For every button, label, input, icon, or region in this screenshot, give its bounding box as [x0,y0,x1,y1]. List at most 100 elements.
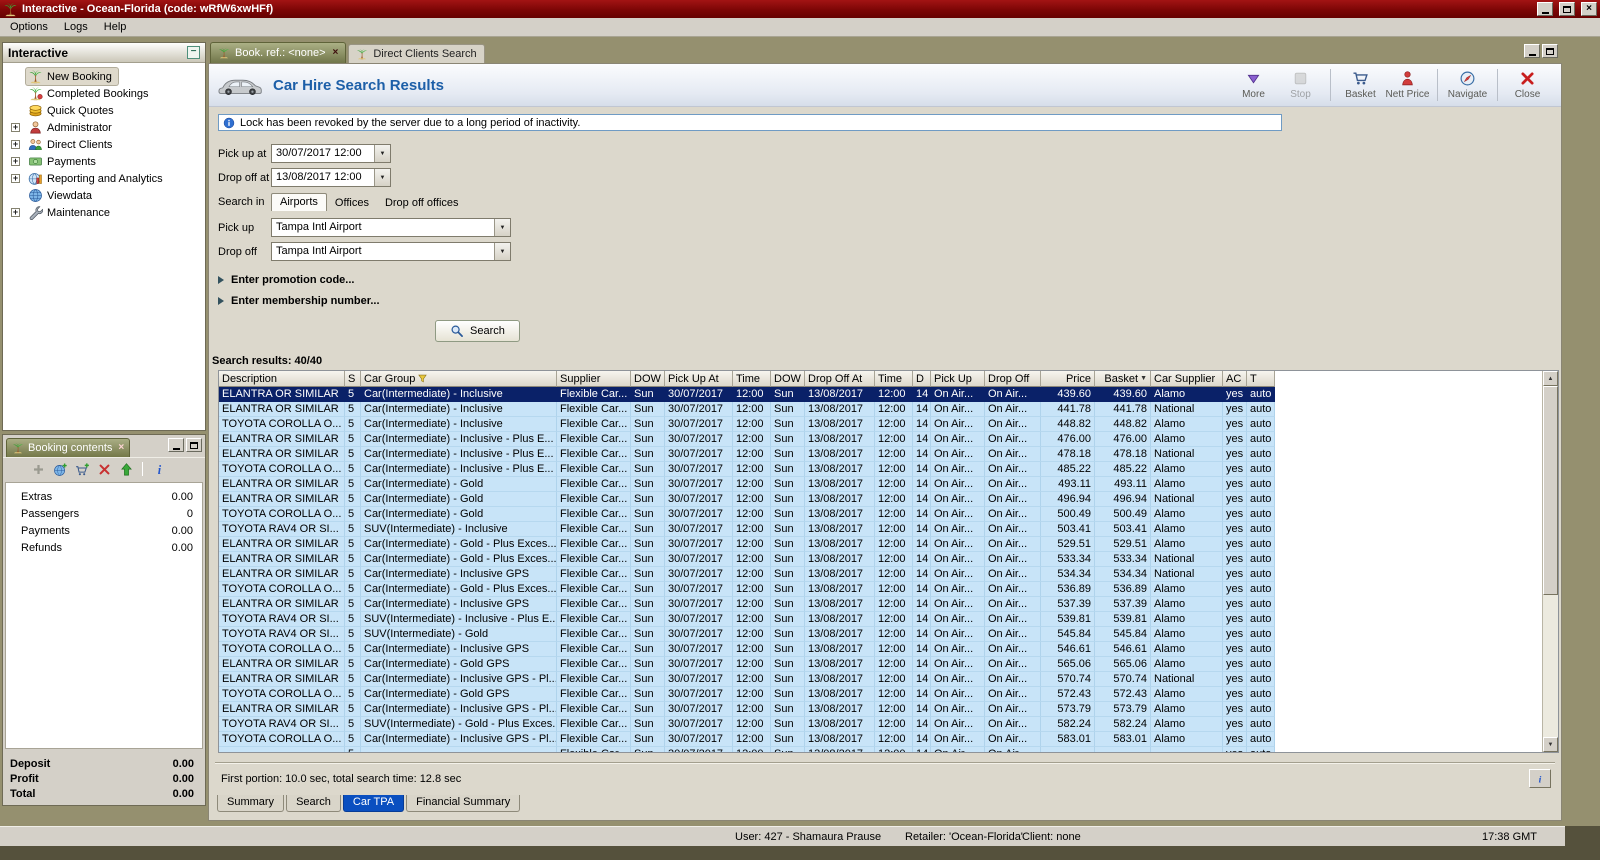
tab-close-icon[interactable]: × [333,48,339,58]
search-button[interactable]: Search [435,320,520,342]
column-header-drop-off-at[interactable]: Drop Off At [805,371,875,387]
dropdown-arrow-icon[interactable]: ▼ [494,243,510,260]
result-row[interactable]: ELANTRA OR SIMILAR 5 Car(Intermediate) - I… [219,702,1275,717]
pick-up-location-select[interactable]: Tampa Intl Airport ▼ [271,218,511,237]
vertical-scrollbar[interactable]: ▲ ▼ [1542,371,1558,752]
result-row[interactable]: TOYOTA COROLLA O... 5 Car(Intermediate) - … [219,507,1275,522]
column-header-pick-up[interactable]: Pick Up [931,371,985,387]
result-row[interactable]: TOYOTA RAV4 OR SI... 5 SUV(Intermediate) -… [219,717,1275,732]
bottom-tab-financial-summary[interactable]: Financial Summary [406,795,521,812]
search-in-tab-airports[interactable]: Airports [271,193,327,211]
result-row[interactable]: ELANTRA OR SIMILAR 5 Car(Intermediate) - I… [219,402,1275,417]
pick-up-at-select[interactable]: 30/07/2017 12:00 ▼ [271,144,391,163]
sidebar-item-reporting-and-analytics[interactable]: + Reporting and Analytics [3,170,205,187]
result-row[interactable]: ELANTRA OR SIMILAR 5 Car(Intermediate) - I… [219,567,1275,582]
expand-plus-icon[interactable]: + [11,208,20,217]
column-header-price[interactable]: Price [1041,371,1095,387]
result-row[interactable]: ELANTRA OR SIMILAR 5 Car(Intermediate) - I… [219,447,1275,462]
promotion-code-expander[interactable]: Enter promotion code... [218,269,1561,290]
drop-off-at-select[interactable]: 13/08/2017 12:00 ▼ [271,168,391,187]
tab-book-ref-none[interactable]: Book. ref.: <none> × [210,42,347,63]
result-row[interactable]: ELANTRA OR SIMILAR 5 Car(Intermediate) - I… [219,672,1275,687]
menu-item-help[interactable]: Help [96,19,135,35]
sidebar-item-new-booking[interactable]: New Booking [3,68,205,85]
booking-panel-minimize-button[interactable] [168,438,184,452]
scroll-up-icon[interactable]: ▲ [1543,371,1558,386]
column-header-dow[interactable]: DOW [771,371,805,387]
scrollbar-thumb[interactable] [1543,386,1558,595]
result-row[interactable]: TOYOTA COROLLA O... 5 Car(Intermediate) - … [219,687,1275,702]
booking-panel-restore-button[interactable] [186,438,202,452]
column-header-basket[interactable]: Basket ▼ [1095,371,1151,387]
booking-item-extras[interactable]: Extras 0.00 [6,488,202,505]
booking-item-passengers[interactable]: Passengers 0 [6,505,202,522]
column-header-t[interactable]: T [1247,371,1275,387]
result-row[interactable]: ELANTRA OR SIMILAR 5 Car(Intermediate) - I… [219,432,1275,447]
add-button[interactable] [29,460,47,478]
sidebar-item-direct-clients[interactable]: + Direct Clients [3,136,205,153]
booking-tab-close-icon[interactable]: × [118,443,124,453]
menu-item-options[interactable]: Options [2,19,56,35]
sidebar-item-payments[interactable]: + Payments [3,153,205,170]
booking-item-refunds[interactable]: Refunds 0.00 [6,539,202,556]
dropdown-arrow-icon[interactable]: ▼ [374,145,390,162]
nett-price-button[interactable]: Nett Price [1384,66,1431,104]
sidebar-item-completed-bookings[interactable]: Completed Bookings [3,85,205,102]
result-row[interactable]: TOYOTA COROLLA O... 5 Car(Intermediate) - … [219,732,1275,747]
bottom-tab-search[interactable]: Search [286,795,341,812]
result-row[interactable]: ELANTRA OR SIMILAR 5 Car(Intermediate) - G… [219,657,1275,672]
result-row[interactable]: ELANTRA OR SIMILAR 5 Car(Intermediate) - I… [219,597,1275,612]
panel-collapse-button[interactable]: − [187,46,200,59]
menu-item-logs[interactable]: Logs [56,19,96,35]
sidebar-item-viewdata[interactable]: Viewdata [3,187,205,204]
sidebar-item-maintenance[interactable]: + Maintenance [3,204,205,221]
result-row[interactable]: ELANTRA OR SIMILAR 5 Car(Intermediate) - G… [219,537,1275,552]
navigate-button[interactable]: Navigate [1444,66,1491,104]
column-header-description[interactable]: Description [219,371,345,387]
column-header-car-supplier[interactable]: Car Supplier [1151,371,1223,387]
search-in-tab-offices[interactable]: Offices [327,195,377,211]
booking-item-payments[interactable]: Payments 0.00 [6,522,202,539]
result-row[interactable]: ELANTRA OR SIMILAR 5 Car(Intermediate) - G… [219,552,1275,567]
expand-plus-icon[interactable]: + [11,174,20,183]
info-button[interactable]: i [1529,769,1551,788]
column-header-s[interactable]: S [345,371,361,387]
column-header-ac[interactable]: AC [1223,371,1247,387]
column-header-pick-up-at[interactable]: Pick Up At [665,371,733,387]
document-minimize-button[interactable] [1524,44,1540,58]
close-button[interactable]: Close [1504,66,1551,104]
bottom-tab-car-tpa[interactable]: Car TPA [342,795,405,812]
sidebar-item-administrator[interactable]: + Administrator [3,119,205,136]
window-minimize-button[interactable] [1537,2,1553,16]
expand-plus-icon[interactable]: + [11,157,20,166]
column-header-supplier[interactable]: Supplier [557,371,631,387]
window-close-button[interactable]: × [1581,2,1597,16]
expand-plus-icon[interactable]: + [11,123,20,132]
export-up-button[interactable] [117,460,135,478]
column-header-time[interactable]: Time [875,371,913,387]
dropdown-arrow-icon[interactable]: ▼ [494,219,510,236]
result-row[interactable]: TOYOTA RAV4 OR SI... 5 SUV(Intermediate) -… [219,522,1275,537]
dropdown-arrow-icon[interactable]: ▼ [374,169,390,186]
result-row[interactable]: TOYOTA COROLLA O... 5 Car(Intermediate) - … [219,417,1275,432]
tab-direct-clients-search[interactable]: Direct Clients Search [348,44,485,63]
result-row[interactable]: ELANTRA OR SIMILAR 5 Car(Intermediate) - G… [219,492,1275,507]
document-restore-button[interactable] [1542,44,1558,58]
more-button[interactable]: More [1230,66,1277,104]
result-row[interactable]: TOYOTA RAV4 OR SI... 5 SUV(Intermediate) -… [219,612,1275,627]
column-header-d[interactable]: D [913,371,931,387]
window-maximize-button[interactable] [1559,2,1575,16]
result-row[interactable]: TOYOTA RAV4 OR SI... 5 SUV(Intermediate) -… [219,627,1275,642]
result-row[interactable]: ELANTRA OR SIMILAR 5 Car(Intermediate) - G… [219,477,1275,492]
drop-off-location-select[interactable]: Tampa Intl Airport ▼ [271,242,511,261]
booking-contents-tab[interactable]: Booking contents × [6,438,131,457]
bottom-tab-summary[interactable]: Summary [217,795,285,812]
expand-plus-icon[interactable]: + [11,140,20,149]
column-header-drop-off[interactable]: Drop Off [985,371,1041,387]
column-header-car-group[interactable]: Car Group [361,371,557,387]
result-row[interactable]: ELANTRA OR SIMILAR 5 Car(Intermediate) - I… [219,387,1275,402]
result-row[interactable]: TOYOTA COROLLA O... 5 Car(Intermediate) - … [219,642,1275,657]
result-row[interactable]: 5Flexible Car...Sun30/07/201712:00Sun13/… [219,747,1275,752]
scroll-down-icon[interactable]: ▼ [1543,737,1558,752]
delete-button[interactable] [95,460,113,478]
